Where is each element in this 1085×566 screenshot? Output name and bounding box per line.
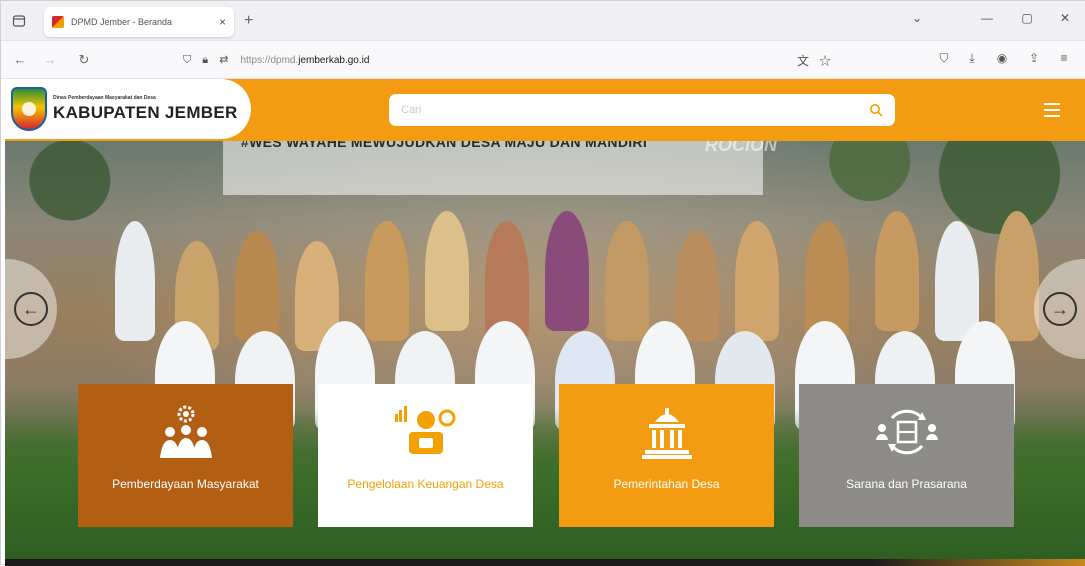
card-sarana-dan-prasarana[interactable]: Sarana dan Prasarana bbox=[799, 384, 1014, 527]
card-label: Sarana dan Prasarana bbox=[846, 477, 967, 491]
arrow-right-icon: → bbox=[1043, 292, 1077, 326]
navigation-bar: ← → ↻ ⛉ 🔒︎ ⇄ https://dpmd.jemberkab.go.i… bbox=[1, 41, 1085, 79]
search-icon[interactable] bbox=[869, 103, 883, 117]
slide-caption-text: #WES WAYAHE MEWUJUDKAN DESA MAJU DAN MAN… bbox=[241, 141, 648, 150]
card-label: Pemerintahan Desa bbox=[613, 477, 720, 491]
tab-close-icon[interactable]: × bbox=[219, 15, 226, 29]
org-title: KABUPATEN JEMBER bbox=[53, 103, 238, 122]
extensions-icon[interactable]: ⇪ bbox=[1025, 51, 1043, 65]
url-text: https://dpmd.jemberkab.go.id bbox=[240, 54, 370, 66]
slide-caption: #WES WAYAHE MEWUJUDKAN DESA MAJU DAN MAN… bbox=[223, 141, 763, 195]
search-box[interactable] bbox=[389, 94, 895, 126]
new-tab-button[interactable]: + bbox=[244, 13, 253, 29]
community-gear-icon bbox=[156, 404, 216, 460]
translate-bookmark-icons[interactable]: 文☆ bbox=[797, 52, 841, 69]
back-icon[interactable]: ← bbox=[11, 51, 29, 69]
close-window-icon[interactable]: ✕ bbox=[1055, 11, 1075, 25]
card-label: Pemberdayaan Masyarakat bbox=[112, 477, 259, 491]
card-pemerintahan-desa[interactable]: Pemerintahan Desa bbox=[559, 384, 774, 527]
slide-caption-overlay-text: ROCION bbox=[705, 141, 777, 155]
site-brand[interactable]: Dinas Pemberdayaan Masyarakat dan Desa K… bbox=[5, 79, 251, 139]
tab-list-icon bbox=[12, 15, 26, 27]
maximize-icon[interactable]: ▢ bbox=[1017, 11, 1037, 25]
pocket-icon[interactable]: ⛉ bbox=[935, 51, 953, 66]
hamburger-menu-icon[interactable] bbox=[1044, 103, 1060, 121]
browser-window: DPMD Jember - Beranda × + ⌄ — ▢ ✕ ← → ↻ … bbox=[0, 0, 1085, 566]
tab-overflow-icon[interactable]: ⌄ bbox=[907, 11, 927, 25]
forward-icon[interactable]: → bbox=[41, 51, 59, 69]
minimize-icon[interactable]: — bbox=[977, 11, 997, 25]
tab-strip: DPMD Jember - Beranda × + ⌄ — ▢ ✕ bbox=[1, 1, 1085, 41]
tracking-shield-icon[interactable]: ⛉ 🔒︎ ⇄ bbox=[183, 53, 232, 67]
jember-regency-logo-icon bbox=[11, 87, 47, 131]
government-building-icon bbox=[639, 404, 695, 460]
app-menu-icon[interactable]: ≡ bbox=[1055, 51, 1073, 65]
address-bar[interactable]: ⛉ 🔒︎ ⇄ https://dpmd.jemberkab.go.id 文☆ bbox=[183, 48, 843, 72]
site-header: Dinas Pemberdayaan Masyarakat dan Desa K… bbox=[5, 79, 1085, 141]
org-subtitle: Dinas Pemberdayaan Masyarakat dan Desa bbox=[53, 95, 156, 101]
search-input[interactable] bbox=[401, 104, 869, 116]
hero-slider: #WES WAYAHE MEWUJUDKAN DESA MAJU DAN MAN… bbox=[5, 141, 1085, 559]
reload-icon[interactable]: ↻ bbox=[75, 51, 93, 69]
browser-tab-active[interactable]: DPMD Jember - Beranda × bbox=[44, 7, 234, 37]
arrow-left-icon: ← bbox=[14, 292, 48, 326]
tab-title: DPMD Jember - Beranda bbox=[71, 17, 173, 27]
account-icon[interactable]: ◉ bbox=[993, 51, 1011, 65]
card-pengelolaan-keuangan-desa[interactable]: Pengelolaan Keuangan Desa bbox=[318, 384, 533, 527]
card-label: Pengelolaan Keuangan Desa bbox=[347, 477, 504, 491]
downloads-icon[interactable]: ⤓ bbox=[963, 51, 981, 66]
finance-person-icon bbox=[393, 404, 459, 460]
infrastructure-cycle-icon bbox=[874, 404, 940, 460]
tab-list-button[interactable] bbox=[9, 11, 29, 31]
site-favicon-icon bbox=[52, 16, 64, 28]
card-pemberdayaan-masyarakat[interactable]: Pemberdayaan Masyarakat bbox=[78, 384, 293, 527]
